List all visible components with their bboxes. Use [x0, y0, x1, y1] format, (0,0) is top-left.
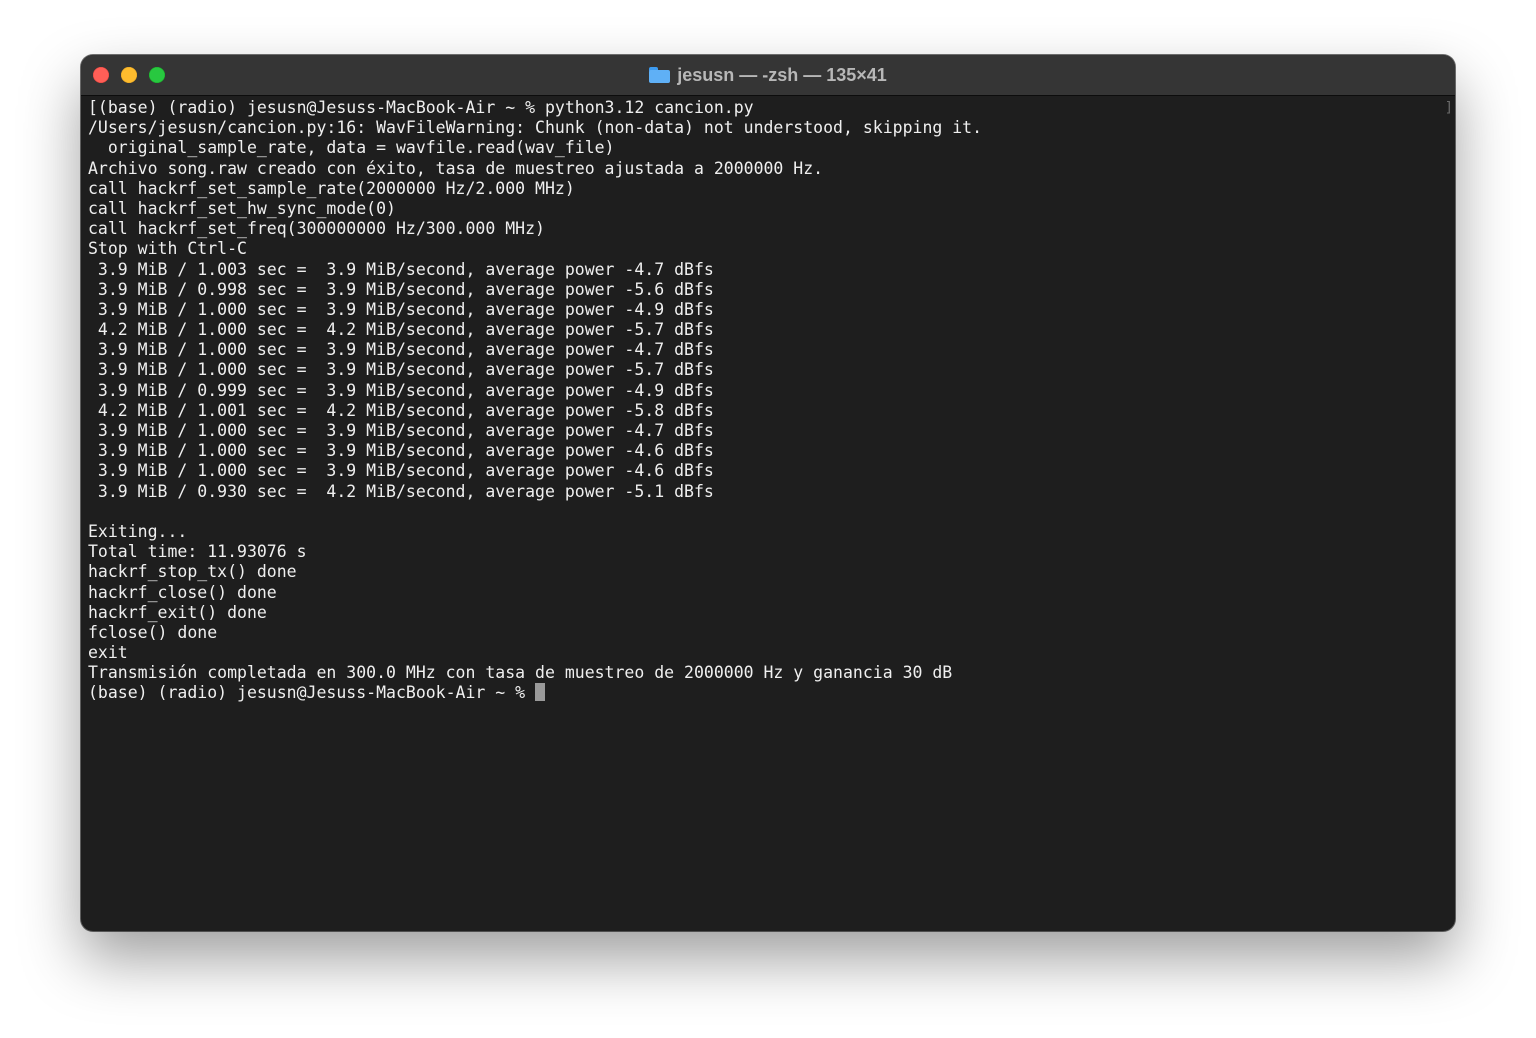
terminal-line: Total time: 11.93076 s [88, 542, 307, 562]
terminal-line: Stop with Ctrl-C [88, 239, 247, 259]
terminal-line: 3.9 MiB / 1.000 sec = 3.9 MiB/second, av… [88, 299, 714, 319]
window-title-area: jesusn — -zsh — 135×41 [81, 55, 1455, 95]
terminal-line: call hackrf_set_sample_rate(2000000 Hz/2… [88, 178, 575, 198]
terminal-line: 3.9 MiB / 1.000 sec = 3.9 MiB/second, av… [88, 421, 714, 440]
shell-prompt: (base) (radio) jesusn@Jesuss-MacBook-Air… [88, 683, 536, 703]
terminal-window: jesusn — -zsh — 135×41 [(base) (radio) j… [81, 55, 1455, 931]
folder-icon [649, 67, 671, 83]
terminal-line: Exiting... [88, 521, 188, 541]
terminal-line: exit [88, 643, 128, 663]
terminal-line: 3.9 MiB / 0.930 sec = 4.2 MiB/second, av… [88, 481, 714, 501]
window-title: jesusn — -zsh — 135×41 [677, 64, 887, 85]
terminal-line: hackrf_close() done [88, 582, 277, 602]
terminal-line: hackrf_exit() done [88, 602, 267, 622]
terminal-line: call hackrf_set_hw_sync_mode(0) [88, 198, 396, 218]
terminal-line: Archivo song.raw creado con éxito, tasa … [88, 158, 824, 178]
terminal-line: 3.9 MiB / 1.003 sec = 3.9 MiB/second, av… [88, 259, 714, 279]
text-cursor [535, 683, 546, 702]
title-bar[interactable]: jesusn — -zsh — 135×41 [81, 55, 1455, 96]
terminal-line: 3.9 MiB / 1.000 sec = 3.9 MiB/second, av… [88, 461, 714, 481]
terminal-line: 3.9 MiB / 1.000 sec = 3.9 MiB/second, av… [88, 441, 714, 461]
terminal-line: Transmisión completada en 300.0 MHz con … [88, 663, 953, 683]
terminal-line: 3.9 MiB / 1.000 sec = 3.9 MiB/second, av… [88, 360, 714, 380]
terminal-line: hackrf_stop_tx() done [88, 562, 297, 582]
terminal-prompt-line[interactable]: (base) (radio) jesusn@Jesuss-MacBook-Air… [88, 683, 1441, 703]
terminal-line: call hackrf_set_freq(300000000 Hz/300.00… [88, 219, 545, 239]
scroll-marker: ] [1444, 100, 1453, 116]
terminal-line: 3.9 MiB / 0.999 sec = 3.9 MiB/second, av… [88, 380, 714, 400]
terminal-output[interactable]: [(base) (radio) jesusn@Jesuss-MacBook-Ai… [88, 98, 1441, 931]
terminal-line: 4.2 MiB / 1.000 sec = 4.2 MiB/second, av… [88, 320, 714, 340]
terminal-line: [(base) (radio) jesusn@Jesuss-MacBook-Ai… [88, 98, 754, 117]
terminal-line: 3.9 MiB / 1.000 sec = 3.9 MiB/second, av… [88, 340, 714, 360]
terminal-line: 3.9 MiB / 0.998 sec = 3.9 MiB/second, av… [88, 279, 714, 299]
terminal-line: original_sample_rate, data = wavfile.rea… [88, 138, 615, 158]
terminal-line: fclose() done [88, 622, 218, 642]
terminal-line: /Users/jesusn/cancion.py:16: WavFileWarn… [88, 118, 983, 138]
terminal-line: 4.2 MiB / 1.001 sec = 4.2 MiB/second, av… [88, 400, 714, 420]
